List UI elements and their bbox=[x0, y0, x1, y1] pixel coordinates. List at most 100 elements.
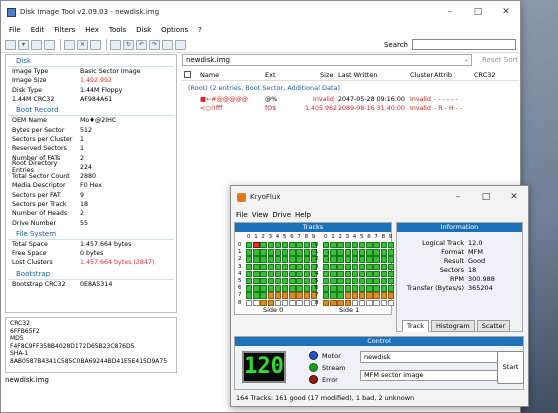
track-cell[interactable] bbox=[373, 270, 380, 278]
track-cell[interactable] bbox=[359, 242, 366, 249]
track-cell[interactable] bbox=[246, 249, 253, 256]
track-cell[interactable] bbox=[337, 256, 344, 263]
track-cell[interactable] bbox=[344, 278, 351, 285]
track-cell[interactable] bbox=[267, 285, 274, 292]
track-cell[interactable] bbox=[330, 242, 337, 249]
tab-track[interactable]: Track bbox=[402, 320, 430, 332]
col-ext[interactable]: Ext bbox=[265, 71, 276, 79]
menu-hex[interactable]: Hex bbox=[80, 26, 104, 34]
track-cell[interactable] bbox=[246, 270, 253, 278]
col-last-written[interactable]: Last Written bbox=[338, 71, 377, 79]
track-cell[interactable] bbox=[289, 263, 296, 270]
track-cell[interactable] bbox=[253, 292, 260, 299]
track-cell[interactable] bbox=[351, 270, 359, 278]
kf-menu-drive[interactable]: Drive bbox=[270, 211, 293, 219]
track-cell[interactable] bbox=[267, 249, 274, 256]
track-cell[interactable] bbox=[337, 292, 344, 299]
track-cell[interactable] bbox=[373, 285, 380, 292]
track-cell[interactable] bbox=[246, 292, 253, 299]
track-cell[interactable] bbox=[366, 256, 373, 263]
track-cell[interactable] bbox=[351, 249, 359, 256]
track-cell[interactable] bbox=[260, 242, 267, 249]
track-cell[interactable] bbox=[359, 270, 366, 278]
track-cell[interactable] bbox=[373, 249, 380, 256]
track-cell[interactable] bbox=[330, 278, 337, 285]
track-cell[interactable] bbox=[303, 278, 310, 285]
track-cell[interactable] bbox=[323, 292, 330, 299]
track-cell[interactable] bbox=[289, 249, 296, 256]
track-cell[interactable] bbox=[289, 256, 296, 263]
track-cell[interactable] bbox=[344, 242, 351, 249]
format-select[interactable]: MFM sector image ▼ bbox=[360, 370, 508, 381]
track-cell[interactable] bbox=[253, 242, 260, 249]
track-cell[interactable] bbox=[359, 285, 366, 292]
track-cell[interactable] bbox=[351, 263, 359, 270]
track-cell[interactable] bbox=[344, 256, 351, 263]
track-cell[interactable] bbox=[274, 285, 282, 292]
properties-icon[interactable] bbox=[64, 39, 75, 50]
kf-menu-help[interactable]: Help bbox=[293, 211, 313, 219]
track-cell[interactable] bbox=[351, 242, 359, 249]
track-cell[interactable] bbox=[380, 278, 387, 285]
track-cell[interactable] bbox=[246, 278, 253, 285]
track-cell[interactable] bbox=[337, 278, 344, 285]
track-cell[interactable] bbox=[359, 256, 366, 263]
track-cell[interactable] bbox=[260, 278, 267, 285]
track-cell[interactable] bbox=[246, 263, 253, 270]
track-cell[interactable] bbox=[387, 299, 395, 306]
track-cell[interactable] bbox=[303, 263, 310, 270]
track-cell[interactable] bbox=[337, 242, 344, 249]
undo-icon[interactable]: ↶ bbox=[136, 39, 147, 50]
tab-histogram[interactable]: Histogram bbox=[431, 320, 475, 332]
track-cell[interactable] bbox=[246, 242, 253, 249]
search-input[interactable] bbox=[412, 39, 516, 50]
menu-disk[interactable]: Disk bbox=[131, 26, 156, 34]
menu-tools[interactable]: Tools bbox=[104, 26, 131, 34]
track-cell[interactable] bbox=[253, 249, 260, 256]
track-cell[interactable] bbox=[337, 270, 344, 278]
track-cell[interactable] bbox=[274, 256, 282, 263]
track-cell[interactable] bbox=[282, 292, 289, 299]
track-cell[interactable] bbox=[289, 270, 296, 278]
redo-icon[interactable]: ↷ bbox=[149, 39, 160, 50]
close-button[interactable]: ✕ bbox=[492, 1, 520, 23]
col-cluster[interactable]: Cluster bbox=[410, 71, 433, 79]
track-cell[interactable] bbox=[380, 270, 387, 278]
track-cell[interactable] bbox=[260, 249, 267, 256]
kryoflux-minimize-button[interactable]: – bbox=[444, 186, 472, 208]
save-as-icon[interactable] bbox=[44, 39, 55, 50]
root-row[interactable]: (Root) (2 entries, Boot Sector, Addition… bbox=[188, 84, 340, 92]
start-button[interactable]: Start bbox=[497, 351, 524, 384]
track-cell[interactable] bbox=[253, 299, 260, 306]
track-cell[interactable] bbox=[267, 242, 274, 249]
kf-menu-view[interactable]: View bbox=[250, 211, 271, 219]
track-cell[interactable] bbox=[267, 292, 274, 299]
track-cell[interactable] bbox=[373, 256, 380, 263]
track-cell[interactable] bbox=[330, 263, 337, 270]
track-cell[interactable] bbox=[380, 285, 387, 292]
track-cell[interactable] bbox=[366, 263, 373, 270]
track-cell[interactable] bbox=[296, 285, 303, 292]
track-cell[interactable] bbox=[344, 270, 351, 278]
track-cell[interactable] bbox=[282, 278, 289, 285]
track-cell[interactable] bbox=[296, 256, 303, 263]
path-dropdown[interactable]: newdisk.img ⌄ bbox=[182, 54, 472, 66]
track-cell[interactable] bbox=[330, 285, 337, 292]
track-cell[interactable] bbox=[274, 249, 282, 256]
kf-menu-file[interactable]: File bbox=[234, 211, 250, 219]
track-cell[interactable] bbox=[246, 256, 253, 263]
copy-icon[interactable] bbox=[90, 39, 101, 50]
track-cell[interactable] bbox=[366, 285, 373, 292]
track-cell[interactable] bbox=[282, 242, 289, 249]
track-cell[interactable] bbox=[282, 263, 289, 270]
track-cell[interactable] bbox=[380, 249, 387, 256]
track-cell[interactable] bbox=[387, 263, 395, 270]
track-cell[interactable] bbox=[282, 270, 289, 278]
track-cell[interactable] bbox=[253, 278, 260, 285]
track-cell[interactable] bbox=[359, 263, 366, 270]
track-cell[interactable] bbox=[351, 278, 359, 285]
track-cell[interactable] bbox=[373, 242, 380, 249]
menu-filters[interactable]: Filters bbox=[49, 26, 80, 34]
save-icon[interactable] bbox=[31, 39, 42, 50]
table-row[interactable]: ■←#@@@@@ @% Invalid 2047-05-28 09:16:00 … bbox=[182, 96, 519, 105]
